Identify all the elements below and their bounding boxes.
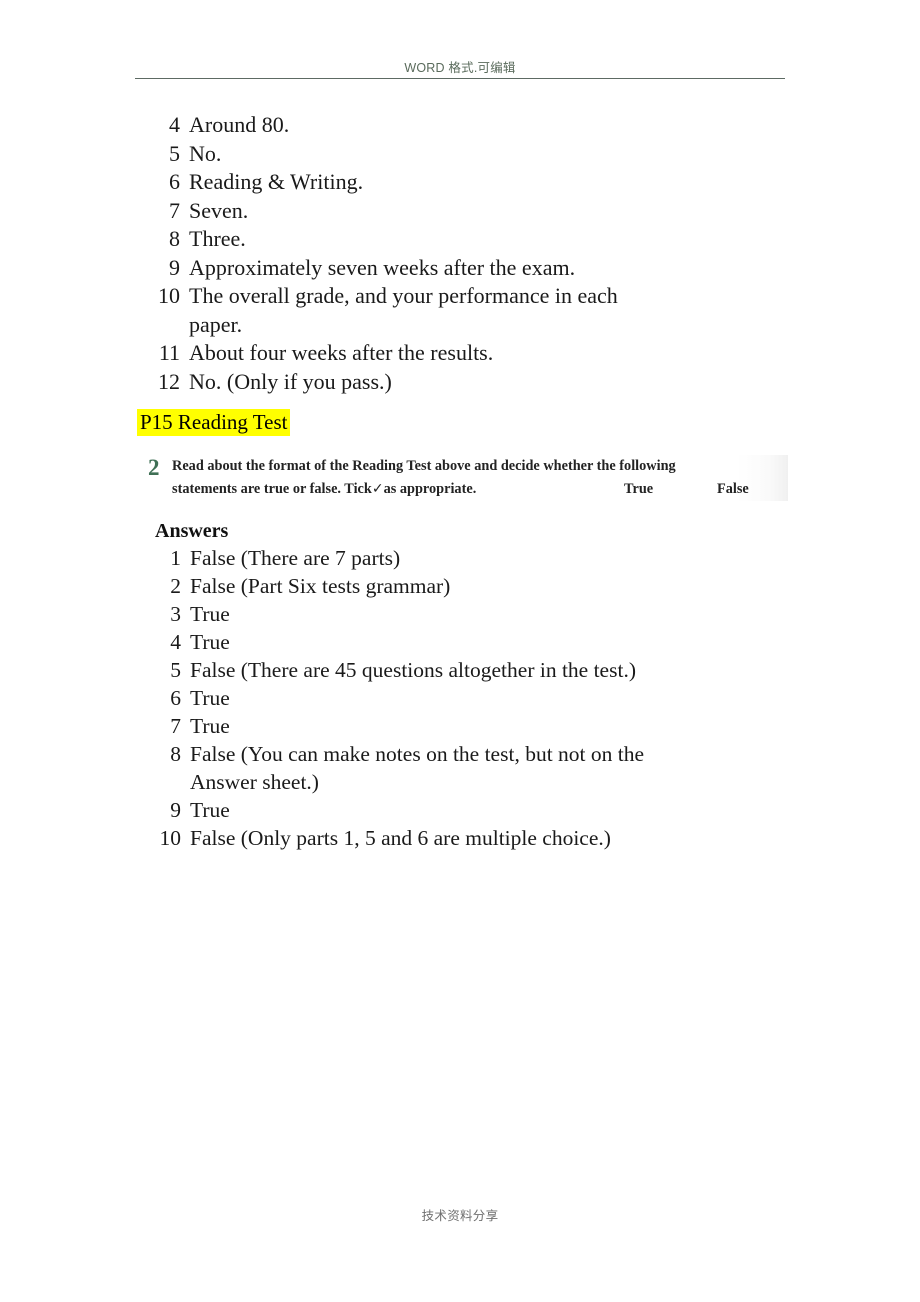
section-heading: P15 Reading Test — [137, 409, 291, 436]
list-item-number: 1 — [170, 546, 181, 570]
list-item: 6 Reading & Writing. — [150, 168, 710, 197]
list-item-text: True — [190, 714, 230, 738]
section-heading-text: P15 Reading Test — [137, 409, 291, 436]
exercise-instruction-prefix: statements are true or false. Tick — [172, 481, 372, 497]
list-item: 3 True — [150, 600, 710, 628]
page-header-text: WORD 格式.可编辑 — [404, 61, 516, 75]
list-item-text: The overall grade, and your performance … — [189, 283, 618, 337]
page-header-rule — [135, 78, 785, 79]
list-item-number: 8 — [169, 226, 180, 251]
list-item: 9 Approximately seven weeks after the exa… — [150, 254, 710, 283]
exercise-instruction-suffix: as appropriate. — [383, 481, 477, 497]
list-item-number: 3 — [170, 602, 181, 626]
list-item-number: 5 — [169, 140, 180, 166]
exercise-block: 2 Read about the format of the Reading T… — [148, 455, 788, 501]
list-item-number: 2 — [170, 574, 181, 598]
list-item-text: True — [190, 798, 230, 822]
list-item: 11 About four weeks after the results. — [150, 339, 710, 368]
list-item: 10 The overall grade, and your performanc… — [150, 282, 710, 339]
list-item-text: No. (Only if you pass.) — [189, 368, 392, 394]
check-icon: ✓ — [371, 481, 384, 497]
list-item-text: False (There are 7 parts) — [190, 546, 401, 570]
list-item: 12 No. (Only if you pass.) — [150, 368, 710, 397]
list-item-text: Reading & Writing. — [189, 169, 364, 194]
list-item: 5 No. — [150, 140, 710, 169]
list-item: 9 True — [150, 796, 710, 824]
list-item-text: Around 80. — [189, 112, 290, 137]
list-item-number: 10 — [159, 826, 182, 850]
column-header-true: True — [624, 481, 654, 497]
list-item-text: False (There are 45 questions altogether… — [190, 658, 636, 682]
list-item: 8 False (You can make notes on the test, … — [150, 740, 710, 796]
list-item-text: False (You can make notes on the test, b… — [190, 742, 645, 794]
list-item-text: Seven. — [189, 197, 249, 223]
list-item-text: About four weeks after the results. — [189, 340, 494, 365]
top-answers-list: 4 Around 80. 5 No. 6 Reading & Writing. 7 Seven… — [150, 111, 710, 396]
list-item: 8 Three. — [150, 225, 710, 254]
list-item-text: True — [190, 602, 230, 626]
page-footer: 技术资料分享 — [421, 1209, 499, 1223]
answers-list: 1 False (There are 7 parts) 2 False (Part S… — [150, 544, 710, 852]
list-item-text: Approximately seven weeks after the exam… — [189, 254, 576, 280]
list-item-number: 12 — [158, 368, 180, 394]
list-item-text: No. — [189, 140, 222, 166]
list-item-number: 8 — [170, 742, 181, 766]
list-item-text: True — [190, 630, 230, 654]
list-item-number: 9 — [169, 254, 180, 280]
exercise-body: Read about the format of the Reading Tes… — [172, 455, 788, 501]
list-item: 7 Seven. — [150, 197, 710, 226]
list-item-number: 6 — [169, 169, 180, 194]
page-header: WORD 格式.可编辑 — [135, 60, 785, 79]
exercise-instruction-line-2: statements are true or false. Tick ✓ as … — [172, 478, 788, 501]
list-item-number: 4 — [170, 630, 181, 654]
list-item-number: 10 — [158, 283, 180, 308]
list-item-text: Three. — [189, 226, 246, 251]
list-item-number: 11 — [158, 340, 180, 365]
list-item-number: 6 — [170, 686, 181, 710]
exercise-instruction-line-1: Read about the format of the Reading Tes… — [172, 458, 676, 474]
list-item: 1 False (There are 7 parts) — [150, 544, 710, 572]
list-item-text: True — [190, 686, 230, 710]
list-item-number: 9 — [170, 798, 181, 822]
list-item: 6 True — [150, 684, 710, 712]
list-item: 10 False (Only parts 1, 5 and 6 are multi… — [150, 824, 710, 852]
list-item: 4 True — [150, 628, 710, 656]
answers-heading: Answers — [155, 520, 229, 542]
list-item: 5 False (There are 45 questions altogethe… — [150, 656, 710, 684]
list-item: 4 Around 80. — [150, 111, 710, 140]
list-item: 7 True — [150, 712, 710, 740]
list-item-text: False (Only parts 1, 5 and 6 are multipl… — [190, 826, 611, 850]
list-item-number: 5 — [170, 658, 181, 682]
column-header-false: False — [717, 481, 749, 497]
list-item-text: False (Part Six tests grammar) — [190, 574, 451, 598]
list-item: 2 False (Part Six tests grammar) — [150, 572, 710, 600]
list-item-number: 4 — [169, 112, 180, 137]
list-item-number: 7 — [169, 197, 180, 223]
list-item-number: 7 — [170, 714, 181, 738]
exercise-number: 2 — [148, 455, 160, 480]
